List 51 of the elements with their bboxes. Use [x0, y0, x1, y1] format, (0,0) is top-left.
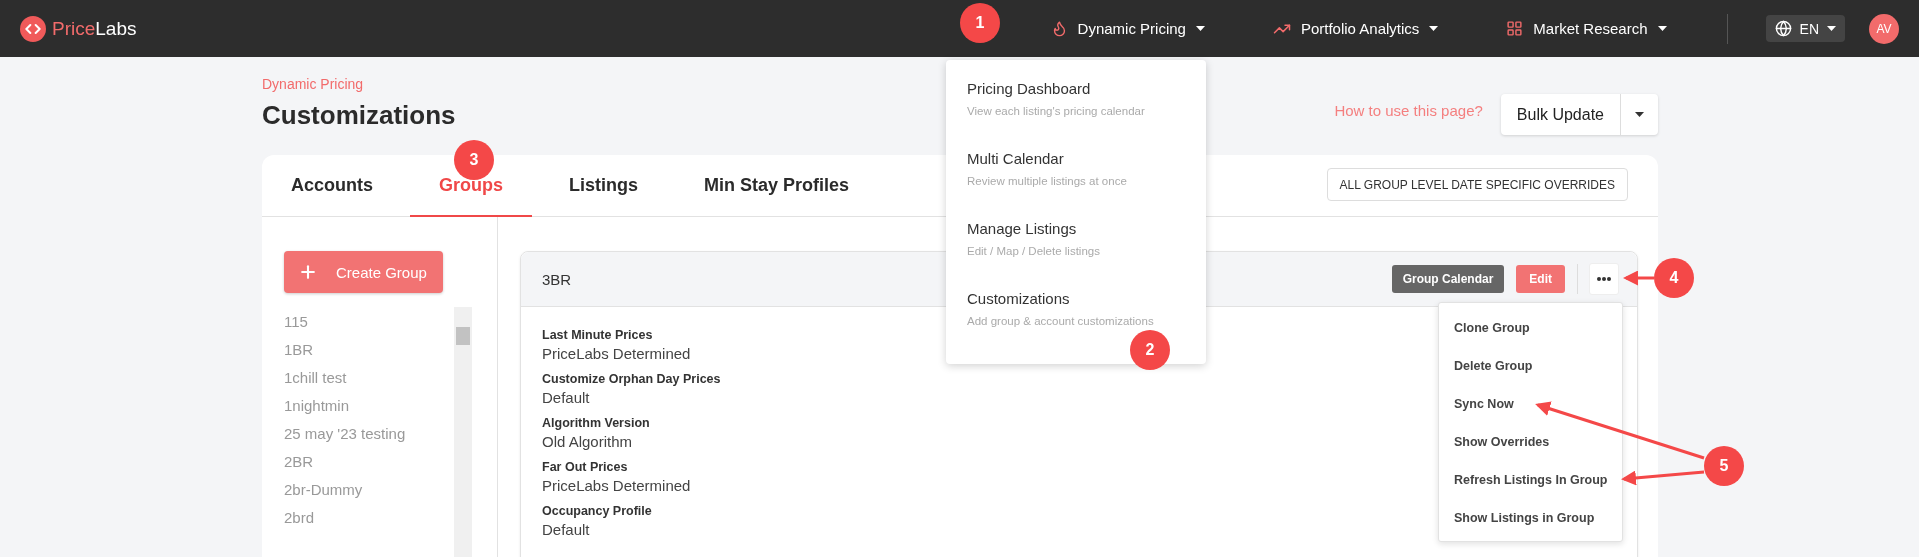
- group-name: 3BR: [542, 270, 572, 288]
- nav-menu-item[interactable]: Market Research: [1506, 20, 1667, 37]
- caret-icon: [1429, 26, 1439, 31]
- field-value: PriceLabs Determined: [542, 477, 691, 494]
- step-badge: 5: [1704, 446, 1744, 486]
- field-value: PriceLabs Determined: [542, 345, 691, 362]
- menu-item[interactable]: Delete Group: [1439, 347, 1533, 385]
- menu-item[interactable]: Customizations: [967, 290, 1206, 307]
- arrow: [1623, 270, 1654, 286]
- menu-item-description: View each listing's pricing calendar: [967, 105, 1146, 117]
- field-label: Occupancy Profile: [542, 504, 652, 518]
- brand-name: PriceLabs: [52, 17, 137, 40]
- menu-item[interactable]: Show Listings in Group: [1439, 499, 1595, 537]
- tab[interactable]: Accounts: [262, 155, 402, 217]
- caret-icon: [1657, 26, 1667, 31]
- step-badge: 4: [1654, 258, 1694, 298]
- tab[interactable]: Listings: [540, 155, 668, 217]
- field-label: Algorithm Version: [542, 416, 650, 430]
- field-label: Customize Orphan Day Prices: [542, 372, 721, 386]
- menu-item[interactable]: Multi Calendar: [967, 150, 1206, 167]
- caret-icon: [1635, 112, 1644, 117]
- menu-item[interactable]: Show Overrides: [1439, 423, 1550, 461]
- plus-icon: [298, 262, 318, 282]
- group-calendar-button[interactable]: Group Calendar: [1391, 265, 1505, 293]
- more-button[interactable]: [1589, 263, 1619, 295]
- menu-item-description: Review multiple listings at once: [967, 175, 1128, 187]
- page-title: Customizations: [262, 100, 456, 131]
- menu-item[interactable]: Pricing Dashboard: [967, 80, 1206, 97]
- step-badge: 3: [454, 140, 494, 180]
- overrides-button[interactable]: ALL GROUP LEVEL DATE SPECIFIC OVERRIDES: [1326, 168, 1628, 201]
- menu-item[interactable]: Clone Group: [1439, 309, 1530, 347]
- menu-item[interactable]: Manage Listings: [967, 220, 1206, 237]
- logo-icon[interactable]: [20, 15, 46, 42]
- field-value: Default: [542, 521, 590, 538]
- menu-item-description: Add group & account customizations: [967, 315, 1155, 327]
- caret-icon: [1195, 26, 1205, 31]
- nav-menu-item[interactable]: Dynamic Pricing: [1050, 20, 1205, 37]
- nav-menu-item[interactable]: Portfolio Analytics: [1272, 19, 1439, 38]
- menu-item[interactable]: Sync Now: [1439, 385, 1514, 423]
- field-label: Far Out Prices: [542, 460, 628, 474]
- field-value: Default: [542, 389, 590, 406]
- menu-item[interactable]: Refresh Listings In Group: [1439, 461, 1608, 499]
- more-icon: [1597, 277, 1611, 281]
- menu-item-description: Edit / Map / Delete listings: [967, 245, 1101, 257]
- field-label: Last Minute Prices: [542, 328, 653, 342]
- caret-icon: [1827, 26, 1836, 31]
- field-value: Old Algorithm: [542, 433, 633, 450]
- globe-icon: [1774, 20, 1792, 37]
- tab[interactable]: Min Stay Profiles: [675, 155, 879, 217]
- language-selector[interactable]: EN: [1765, 15, 1845, 42]
- grid-icon: [1506, 20, 1524, 37]
